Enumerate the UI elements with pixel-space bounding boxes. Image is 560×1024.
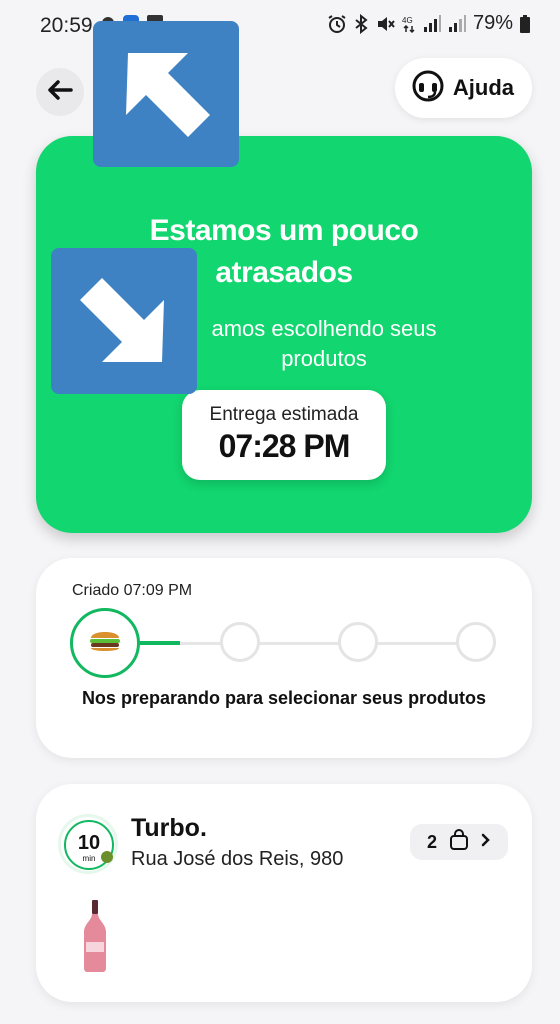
- signal-icon-2: [448, 14, 466, 33]
- store-order-card[interactable]: 10 min Turbo. Rua José dos Reis, 980 2: [36, 784, 532, 1002]
- progress-status-text: Nos preparando para selecionar seus prod…: [81, 688, 487, 708]
- item-count: 2: [426, 831, 437, 852]
- status-icons: 4G 79%: [327, 12, 530, 35]
- svg-text:4G: 4G: [402, 16, 413, 25]
- burger-icon: [88, 625, 122, 662]
- eta-label: Entrega estimada: [209, 404, 359, 425]
- eta-time: 07:28 PM: [218, 428, 351, 464]
- status-bar: 20:59 4G 79%: [0, 0, 560, 48]
- order-progress-card: Criado 07:09 PM Nos preparando para sele…: [36, 558, 532, 758]
- alarm-icon: [327, 14, 347, 34]
- eta-box: Entrega estimada 07:28 PM: [182, 390, 386, 480]
- store-logo-unit: min: [83, 854, 96, 863]
- signal-icon: [423, 14, 441, 33]
- progress-step-2: [220, 622, 260, 662]
- progress-step-4: [456, 622, 496, 662]
- product-thumbnail: [80, 900, 110, 977]
- arrow-down-right-overlay: [51, 248, 197, 394]
- battery-percent: 79%: [472, 12, 513, 34]
- progress-step-current: [70, 608, 140, 678]
- chevron-right-icon: [481, 833, 491, 852]
- bluetooth-icon: [354, 13, 368, 34]
- store-name: Turbo.: [131, 814, 207, 842]
- progress-step-3: [338, 622, 378, 662]
- created-time: Criado 07:09 PM: [72, 582, 193, 599]
- mute-icon: [375, 14, 395, 34]
- arrow-down-right-icon: [51, 278, 197, 398]
- store-logo-number: 10: [78, 832, 100, 854]
- battery-icon: [520, 14, 530, 33]
- headset-icon: [411, 69, 445, 108]
- network-4g-icon: 4G: [402, 14, 416, 34]
- help-button[interactable]: Ajuda: [394, 58, 532, 118]
- arrow-left-icon: [47, 79, 73, 105]
- order-items-button[interactable]: 2: [410, 824, 508, 860]
- arrow-up-left-overlay: [93, 21, 239, 167]
- shopping-bag-icon: [449, 828, 469, 856]
- store-logo: 10 min: [58, 814, 118, 874]
- help-label: Ajuda: [452, 75, 514, 100]
- arrow-up-left-icon: [93, 53, 239, 171]
- back-button[interactable]: [36, 68, 84, 116]
- store-address: Rua José dos Reis, 980: [131, 848, 344, 870]
- status-time: 20:59: [40, 14, 93, 37]
